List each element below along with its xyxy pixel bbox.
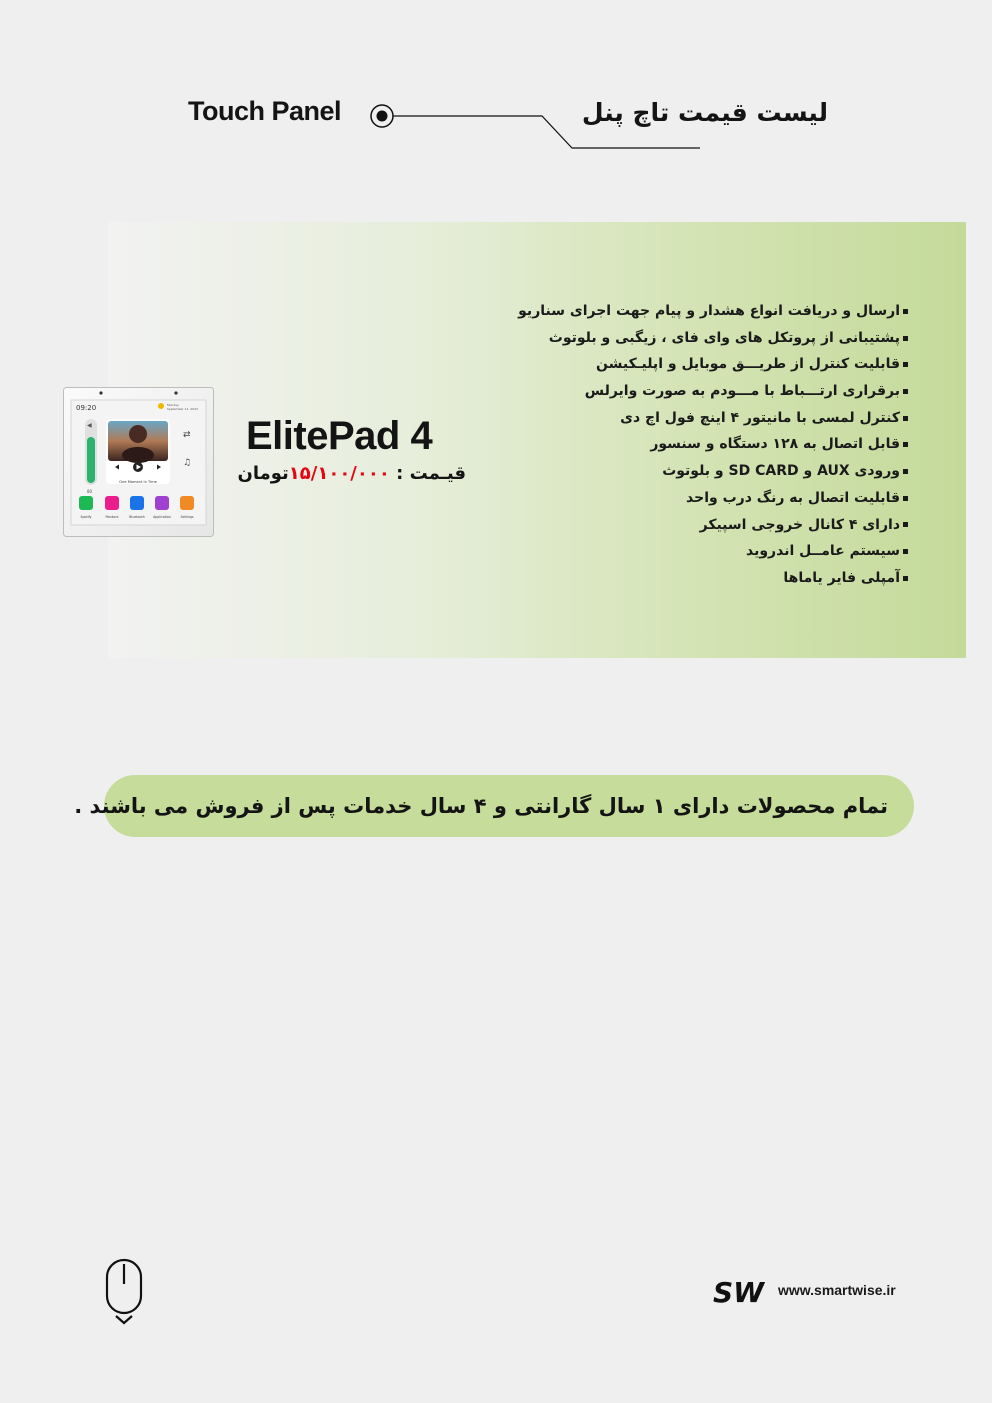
feature-item: پشتیبانی از پروتکل های وای فای ، زیگبی و… (540, 325, 908, 352)
app-icon (79, 496, 93, 510)
price-label: قیـمت : (396, 463, 466, 484)
feature-item: ارسال و دریافت انواع هشدار و پیام جهت اج… (518, 298, 908, 325)
feature-item: برقراری ارتـــباط با مـــودم به صورت وای… (540, 378, 908, 405)
svg-text:♫: ♫ (183, 458, 191, 468)
app-label: Application (153, 515, 171, 519)
app-icon (180, 496, 194, 510)
screen-time: 09:20 (76, 404, 96, 412)
bullet-icon (903, 495, 908, 501)
bullet-icon (903, 362, 908, 368)
page-title-fa: لیست قیمت تاچ پنل (581, 98, 828, 127)
app-label: Bluetooth (129, 515, 144, 519)
feature-item: قابلیت کنترل از طریـــق موبایل و اپلیـکی… (540, 351, 908, 378)
screen-volume-value: 80 (87, 489, 93, 494)
app-icon (105, 496, 119, 510)
bullet-icon (903, 388, 908, 394)
page-title-en: Touch Panel (188, 96, 342, 126)
bullet-icon (903, 442, 908, 448)
feature-item: ورودی AUX و SD CARD و بلوتوث (540, 458, 908, 485)
website-link[interactable]: www.smartwise.ir (778, 1282, 896, 1298)
product-price: قیـمت : ۱۵/۱۰۰/۰۰۰تومان (237, 463, 466, 484)
scroll-mouse-icon (105, 1258, 143, 1325)
feature-list: ارسال و دریافت انواع هشدار و پیام جهت اج… (518, 298, 908, 592)
feature-item: آمپلی فایر یاماها (540, 565, 908, 592)
app-label: Pandora (106, 515, 119, 519)
product-image: 09:20 Monday September 11, 2023 ◀ 80 One… (63, 387, 214, 537)
bullet-icon (903, 522, 908, 528)
app-icon (155, 496, 169, 510)
smartwise-logo: SW (713, 1276, 765, 1308)
price-currency: تومان (237, 463, 289, 484)
bullet-icon (903, 549, 908, 555)
logo-text: SW (713, 1276, 765, 1308)
product-name: ElitePad 4 (246, 414, 433, 458)
svg-text:⇄: ⇄ (183, 430, 191, 440)
feature-item: سیستم عامــل اندروید (540, 538, 908, 565)
feature-item: دارای ۴ کانال خروجی اسپیکر (540, 512, 908, 539)
feature-item: کنترل لمسی با مانیتور ۴ اینچ فول اچ دی (540, 405, 908, 432)
svg-text:◀: ◀ (87, 422, 92, 429)
guarantee-banner: تمام محصولات دارای ۱ سال گارانتی و ۴ سال… (74, 775, 914, 837)
screen-track: One Moment In Time (119, 480, 157, 484)
app-label: Spotify (80, 515, 91, 519)
bullet-icon (903, 308, 908, 314)
feature-item: قابل اتصال به ۱۲۸ دستگاه و سنسور (540, 431, 908, 458)
screen-date-full: September 11, 2023 (167, 407, 198, 411)
app-icon (130, 496, 144, 510)
app-label: Settings (180, 515, 193, 519)
price-value: ۱۵/۱۰۰/۰۰۰ (288, 463, 390, 484)
feature-item: قابلیت اتصال به رنگ درب واحد (540, 485, 908, 512)
bullet-icon (903, 468, 908, 474)
bullet-icon (903, 575, 908, 581)
bullet-icon (903, 335, 908, 341)
bullet-icon (903, 415, 908, 421)
